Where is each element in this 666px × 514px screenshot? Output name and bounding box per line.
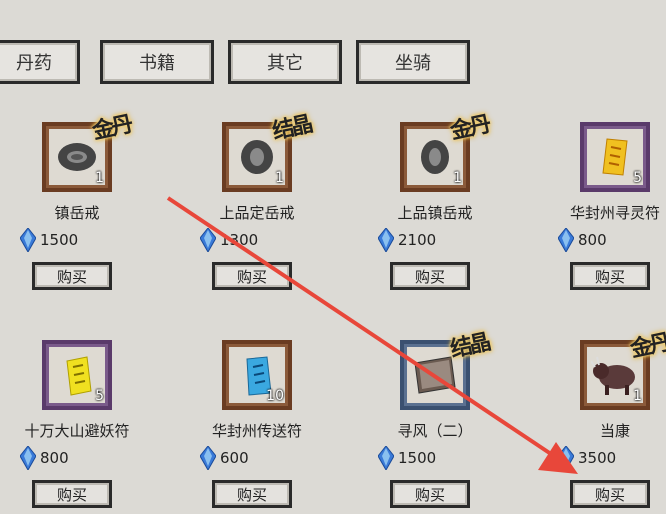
- annotation-arrow: [166, 196, 578, 474]
